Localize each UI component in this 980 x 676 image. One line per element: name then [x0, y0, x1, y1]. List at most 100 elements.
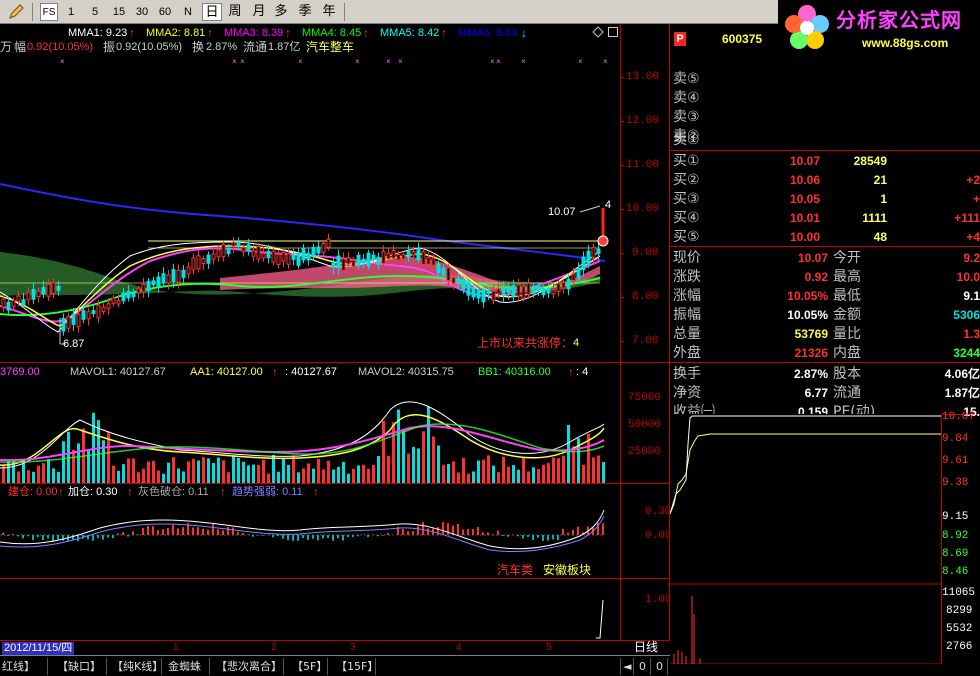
candle-body: [6, 301, 11, 311]
indicator-bar: [132, 531, 134, 535]
sell-5-row[interactable]: 卖⑤: [672, 70, 980, 88]
volume-bar: [282, 458, 285, 483]
volume-bar: [127, 458, 130, 483]
fs-button[interactable]: FS: [40, 3, 58, 21]
scroll-ctrl-b[interactable]: 0: [654, 658, 668, 675]
candle-body: [151, 280, 156, 286]
pencil-icon[interactable]: [8, 4, 24, 20]
volume-bar: [432, 436, 435, 483]
window-icon[interactable]: [608, 27, 618, 37]
tab-gap[interactable]: 【缺口】: [55, 658, 107, 675]
indicator-bar: [302, 535, 304, 539]
volume-bar: [152, 460, 155, 483]
buy-1-row[interactable]: 买① 10.07 28549: [672, 152, 980, 170]
period-year-button[interactable]: 年: [320, 3, 338, 21]
buy-5-row[interactable]: 买⑤ 10.00 48 +4: [672, 228, 980, 246]
candle-body: [96, 304, 101, 319]
indicator-bar: [547, 535, 549, 541]
intraday-chart[interactable]: [670, 414, 942, 664]
candle-body: [186, 266, 191, 275]
diamond-icon[interactable]: [592, 26, 604, 38]
peak-count-marker: 4: [605, 199, 612, 211]
indicator-bar: [122, 532, 124, 535]
mini-price-label: 9.38: [942, 477, 969, 489]
svg-text:×: ×: [578, 57, 583, 66]
volume-bar: [142, 468, 145, 483]
volume-bar: [277, 471, 280, 483]
buy-3-row[interactable]: 买③ 10.05 1 +: [672, 190, 980, 208]
candle-body: [161, 273, 166, 283]
sector-anhui[interactable]: 安徽板块: [543, 564, 591, 576]
period-week-button[interactable]: 周: [226, 3, 244, 21]
buy-2-row[interactable]: 买② 10.06 21 +2: [672, 171, 980, 189]
price-label: 12.00: [626, 115, 660, 127]
indicator-bar: [12, 534, 14, 535]
scroll-ctrl-a[interactable]: 0: [637, 658, 651, 675]
candle-body: [266, 250, 271, 259]
indicator-bar: [117, 533, 119, 535]
volume-bar: [492, 465, 495, 483]
indicator-bar: [207, 529, 209, 535]
tab-15f[interactable]: 【15F】: [334, 658, 378, 675]
indicator-bar: [482, 532, 484, 535]
candle-body: [376, 256, 381, 265]
volume-bar: [372, 464, 375, 483]
period-month-button[interactable]: 月: [250, 3, 268, 21]
period-label: 日线: [634, 640, 659, 654]
indicator-bar: [352, 535, 354, 538]
tab-golden-spider[interactable]: 金蜘蛛: [166, 658, 210, 675]
sell-4-row[interactable]: 卖④: [672, 89, 980, 107]
volume-bar: [37, 465, 40, 483]
candle-body: [231, 241, 236, 247]
candle-body: [401, 254, 406, 260]
candle-body: [176, 269, 181, 283]
candle-body: [516, 284, 521, 297]
period-season-button[interactable]: 季: [296, 3, 314, 21]
indicator-bar: [32, 535, 34, 541]
indicator-bar: [297, 535, 299, 541]
scroll-left-button[interactable]: ◄: [620, 658, 634, 675]
indicator-bar: [27, 535, 29, 537]
indicator-bar: [162, 529, 164, 535]
volume-chart[interactable]: [0, 380, 620, 483]
period-day-button[interactable]: 日: [202, 3, 222, 21]
period-n-button[interactable]: N: [182, 3, 194, 21]
volume-bar: [242, 461, 245, 483]
indicator-bar: [477, 526, 479, 535]
indicator-bar: [357, 535, 359, 537]
indicator-bar: [177, 528, 179, 535]
period-60m-button[interactable]: 60: [156, 3, 174, 21]
candle-body: [506, 289, 511, 294]
sell-3-row[interactable]: 卖③: [672, 108, 980, 126]
candle-body: [471, 287, 476, 298]
candle-body: [46, 283, 51, 297]
sell-2-row[interactable]: 卖②: [672, 127, 980, 145]
indicator-bar: [337, 535, 339, 539]
volume-bar: [137, 472, 140, 483]
candle-body: [221, 244, 226, 258]
svg-text:×: ×: [232, 57, 237, 66]
period-15m-button[interactable]: 15: [110, 3, 128, 21]
period-30m-button[interactable]: 30: [133, 3, 151, 21]
candle-body: [311, 246, 316, 257]
price-chart[interactable]: × × × × × × × × × × × ×: [0, 56, 620, 362]
candle-body: [146, 280, 151, 292]
tab-pure-k[interactable]: 【纯K线】: [110, 658, 163, 675]
volume-bar: [302, 468, 305, 483]
period-1m-button[interactable]: 1: [64, 3, 78, 21]
volume-bar: [362, 464, 365, 483]
indicator-bar: [517, 535, 519, 537]
tab-red-line[interactable]: 红线】: [0, 658, 48, 675]
indicator-gray: 灰色破仓: 0.11: [138, 486, 209, 498]
tab-5f[interactable]: 【5F】: [290, 658, 328, 675]
buy-4-row[interactable]: 买④ 10.01 1111 +111: [672, 209, 980, 227]
period-5m-button[interactable]: 5: [88, 3, 102, 21]
aa1-label: AA1: 40127.00: [190, 366, 263, 378]
sector-auto[interactable]: 汽车类: [497, 564, 533, 576]
indicator-bar: [247, 534, 249, 535]
info-float-label: 流通: [243, 40, 268, 54]
indicator-bar: [242, 532, 244, 535]
volume-bar: [457, 472, 460, 483]
tab-bei-ci[interactable]: 【悲次离合】: [214, 658, 284, 675]
period-multi-button[interactable]: 多: [272, 3, 290, 21]
